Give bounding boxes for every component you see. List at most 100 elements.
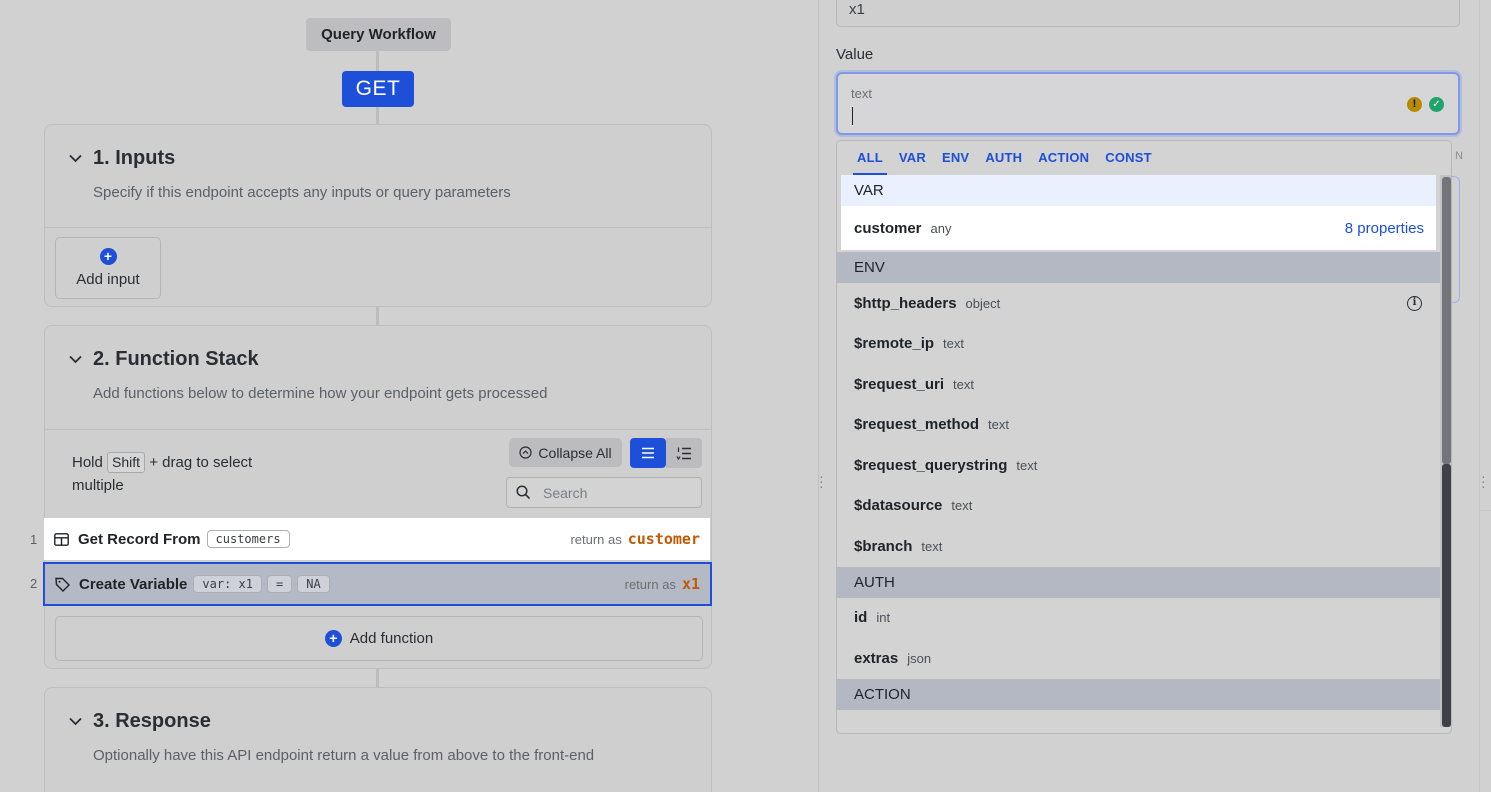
shift-key: Shift	[107, 452, 146, 473]
chevron-down-icon[interactable]	[69, 151, 85, 166]
item-type: any	[930, 220, 952, 236]
item-type: object	[965, 295, 1001, 311]
return-variable[interactable]: customer	[628, 530, 700, 548]
suggestion-item[interactable]: id int	[837, 598, 1440, 639]
step-number: 1	[30, 532, 38, 547]
chevron-down-icon[interactable]	[69, 352, 85, 367]
tab-auth[interactable]: AUTH	[977, 141, 1030, 175]
properties-link[interactable]: 8 properties	[1345, 220, 1424, 237]
resize-handle-icon[interactable]: · · ·	[1481, 469, 1486, 493]
divider	[45, 227, 711, 228]
table-chip[interactable]: customers	[206, 530, 290, 548]
suggestion-item[interactable]: $branch text	[837, 526, 1440, 567]
value-label: Value	[836, 46, 874, 63]
function-step-selected[interactable]: Create Variable var: x1 = NA return as x…	[43, 562, 712, 606]
settings-panel: · · · · · · x1 Value N text ! ✓ ALL VAR ENV …	[818, 0, 1491, 792]
item-name: id	[854, 609, 868, 627]
response-subtitle: Optionally have this API endpoint return…	[93, 747, 595, 764]
response-card: 3. Response Optionally have this API end…	[44, 687, 712, 792]
numbered-list-icon	[676, 447, 691, 460]
workflow-title[interactable]: Query Workflow	[306, 18, 451, 51]
inputs-subtitle: Specify if this endpoint accepts any inp…	[93, 184, 511, 201]
return-label: return as	[570, 531, 622, 547]
scrollbar-thumb[interactable]	[1442, 177, 1451, 464]
value-input[interactable]: text ! ✓	[836, 72, 1460, 135]
operator-chip[interactable]: =	[266, 575, 293, 593]
suggestion-item[interactable]: $request_uri text	[837, 364, 1440, 405]
search-icon	[516, 485, 531, 500]
method-badge[interactable]: GET	[342, 71, 414, 107]
suggestion-item[interactable]: $remote_ip text	[837, 324, 1440, 365]
function-stack-header[interactable]: 2. Function Stack	[69, 348, 687, 371]
response-header[interactable]: 3. Response	[69, 710, 687, 733]
add-function-label: Add function	[349, 630, 434, 647]
collapse-all-button[interactable]: Collapse All	[509, 438, 622, 467]
suggestion-item[interactable]: $request_querystring text	[837, 445, 1440, 486]
value-chip[interactable]: NA	[297, 575, 330, 593]
suggestion-item[interactable]: $http_headers object i	[837, 283, 1440, 324]
resize-handle-icon[interactable]: · · ·	[819, 469, 824, 493]
suggestion-item[interactable]: $datasource text	[837, 486, 1440, 527]
suggestion-item[interactable]: $request_method text	[837, 405, 1440, 446]
function-step[interactable]: Get Record From customers return as cust…	[44, 518, 710, 560]
section-header-auth: AUTH	[837, 566, 1440, 598]
function-stack-title: 2. Function Stack	[93, 348, 259, 370]
workflow-canvas: Query Workflow GET 1. Inputs Specify if …	[0, 0, 818, 792]
item-type: text	[953, 376, 975, 392]
obscured-label: N	[1455, 150, 1463, 162]
inputs-card: 1. Inputs Specify if this endpoint accep…	[44, 124, 712, 307]
item-name: $request_method	[854, 416, 980, 434]
suggestion-item-customer[interactable]: customer any 8 properties	[841, 206, 1436, 250]
item-name: $request_querystring	[854, 456, 1008, 474]
function-stack-subtitle: Add functions below to determine how you…	[93, 385, 548, 402]
check-icon[interactable]: ✓	[1429, 97, 1444, 112]
item-type: text	[943, 336, 965, 352]
variable-name-value: x1	[849, 1, 865, 18]
search-placeholder: Search	[543, 484, 588, 501]
tab-const[interactable]: CONST	[1097, 141, 1160, 175]
variable-name-field[interactable]: x1	[836, 0, 1460, 27]
item-name: customer	[854, 219, 922, 237]
item-type: text	[921, 538, 943, 554]
item-type: int	[876, 610, 891, 626]
return-variable[interactable]: x1	[682, 575, 700, 593]
value-type-label: text	[851, 86, 872, 101]
item-name: $http_headers	[854, 294, 957, 312]
function-search-input[interactable]: Search	[506, 477, 702, 508]
add-input-button[interactable]: + Add input	[55, 237, 161, 299]
step-title: Get Record From	[78, 530, 201, 548]
tab-var[interactable]: VAR	[891, 141, 934, 175]
tag-icon	[55, 577, 70, 592]
response-title: 3. Response	[93, 710, 211, 732]
suggestion-item[interactable]: extras json	[837, 638, 1440, 679]
list-view-button[interactable]	[630, 438, 666, 468]
plus-icon: +	[99, 248, 117, 265]
hint-text: multiple	[72, 477, 124, 494]
section-header-action: ACTION	[837, 678, 1440, 710]
inputs-title: 1. Inputs	[93, 147, 176, 169]
chevron-down-icon[interactable]	[69, 714, 85, 729]
tab-all[interactable]: ALL	[849, 141, 891, 175]
section-header-var: VAR	[841, 175, 1436, 206]
item-name: $remote_ip	[854, 335, 935, 353]
divider	[1479, 0, 1480, 792]
item-name: $branch	[854, 537, 913, 555]
item-name: extras	[854, 649, 899, 667]
return-label: return as	[624, 576, 676, 592]
tab-action[interactable]: ACTION	[1030, 141, 1097, 175]
numbered-view-button[interactable]	[666, 438, 702, 468]
add-function-button[interactable]: + Add function	[55, 616, 703, 661]
table-icon	[54, 532, 69, 546]
item-name: $datasource	[854, 497, 943, 515]
variable-chip[interactable]: var: x1	[193, 575, 262, 593]
info-icon[interactable]: i	[1407, 295, 1422, 311]
tab-env[interactable]: ENV	[934, 141, 977, 175]
warning-icon[interactable]: !	[1407, 97, 1422, 112]
list-icon	[642, 447, 654, 459]
collapse-icon	[519, 446, 533, 459]
inputs-header[interactable]: 1. Inputs	[69, 147, 687, 170]
hint-text: Hold	[72, 454, 103, 471]
item-type: text	[988, 417, 1010, 433]
scrollbar-thumb-lower[interactable]	[1442, 464, 1451, 727]
hint-text: + drag to select	[149, 454, 253, 471]
